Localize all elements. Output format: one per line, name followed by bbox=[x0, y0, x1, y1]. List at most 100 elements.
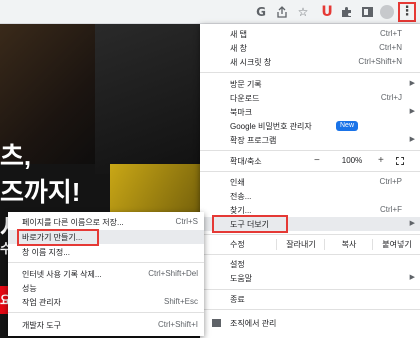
menu-item-label: 새 창 bbox=[230, 44, 247, 53]
poster-image bbox=[95, 24, 215, 174]
menu-item-label: 다운로드 bbox=[230, 94, 260, 103]
chrome-main-menu: 새 탭 Ctrl+T 새 창 Ctrl+N 새 시크릿 창 Ctrl+Shift… bbox=[200, 24, 420, 338]
kebab-menu-icon[interactable]: ⋮ bbox=[398, 2, 416, 22]
extension-u-letter: U bbox=[321, 4, 333, 20]
menu-item-cast[interactable]: 전송... bbox=[200, 189, 420, 203]
hero-text: 즈까지! bbox=[0, 177, 81, 207]
submenu-item-performance[interactable]: 성능 bbox=[8, 281, 204, 295]
new-badge: New bbox=[336, 121, 359, 131]
menu-item-managed[interactable]: 조직에서 관리 bbox=[200, 316, 420, 330]
menu-item-label: 개발자 도구 bbox=[22, 321, 62, 330]
menu-item-new-incognito[interactable]: 새 시크릿 창 Ctrl+Shift+N bbox=[200, 55, 420, 69]
building-icon bbox=[212, 319, 221, 327]
menu-item-downloads[interactable]: 다운로드 Ctrl+J bbox=[200, 91, 420, 105]
more-tools-submenu: 페이지를 다른 이름으로 저장... Ctrl+S 바로가기 만들기... 창 … bbox=[8, 212, 204, 336]
menu-item-print[interactable]: 인쇄 Ctrl+P bbox=[200, 175, 420, 189]
menu-item-label: 도구 더보기 bbox=[230, 220, 270, 229]
side-panel-icon[interactable] bbox=[358, 3, 376, 21]
menu-divider bbox=[200, 72, 420, 73]
menu-item-edit: 수정 잘라내기 복사 붙여넣기 bbox=[200, 237, 420, 251]
menu-divider bbox=[8, 262, 204, 263]
google-g-icon[interactable]: G bbox=[252, 3, 270, 21]
menu-divider bbox=[200, 150, 420, 151]
cut-button[interactable]: 잘라내기 bbox=[276, 239, 325, 250]
menu-item-exit[interactable]: 종료 bbox=[200, 292, 420, 306]
submenu-item-save-page[interactable]: 페이지를 다른 이름으로 저장... Ctrl+S bbox=[8, 215, 204, 229]
shortcut-text: Shift+Esc bbox=[163, 297, 198, 306]
chevron-right-icon: ▶ bbox=[409, 80, 415, 87]
submenu-item-name-window[interactable]: 창 이름 지정... bbox=[8, 245, 204, 259]
menu-item-label: 도움말 bbox=[230, 274, 253, 283]
zoom-in-button[interactable]: + bbox=[378, 155, 384, 166]
menu-item-label: 종료 bbox=[230, 295, 245, 304]
kebab-menu-glyph: ⋮ bbox=[400, 4, 414, 19]
menu-item-label: 페이지를 다른 이름으로 저장... bbox=[22, 218, 124, 227]
menu-divider bbox=[200, 309, 420, 310]
menu-item-label: 방문 기록 bbox=[230, 80, 262, 89]
menu-item-new-window[interactable]: 새 창 Ctrl+N bbox=[200, 41, 420, 55]
menu-item-label: 조직에서 관리 bbox=[230, 319, 277, 328]
menu-divider bbox=[200, 234, 420, 235]
menu-item-find[interactable]: 찾기... Ctrl+F bbox=[200, 203, 420, 217]
profile-icon[interactable] bbox=[378, 3, 396, 21]
chevron-right-icon: ▶ bbox=[409, 274, 415, 281]
menu-item-label: 창 이름 지정... bbox=[22, 248, 70, 257]
menu-divider bbox=[8, 312, 204, 313]
menu-item-label: 설정 bbox=[230, 260, 245, 269]
menu-item-label: 바로가기 만들기... bbox=[22, 233, 83, 242]
menu-item-label: 새 탭 bbox=[230, 30, 247, 39]
extension-u-icon[interactable]: U bbox=[318, 3, 336, 21]
menu-item-zoom: 확대/축소 − 100% + bbox=[200, 154, 420, 168]
chevron-right-icon: ▶ bbox=[409, 136, 415, 143]
menu-item-label: 인쇄 bbox=[230, 178, 245, 187]
menu-item-label: 수정 bbox=[230, 240, 245, 249]
menu-item-label: 북마크 bbox=[230, 108, 253, 117]
menu-item-label: 확장 프로그램 bbox=[230, 136, 277, 145]
menu-item-label: 전송... bbox=[230, 192, 252, 201]
submenu-item-clear-data[interactable]: 인터넷 사용 기록 삭제... Ctrl+Shift+Del bbox=[8, 267, 204, 281]
paste-button[interactable]: 붙여넣기 bbox=[372, 239, 420, 250]
menu-item-help[interactable]: 도움말 ▶ bbox=[200, 271, 420, 285]
share-icon[interactable] bbox=[273, 3, 291, 21]
menu-item-more-tools[interactable]: 도구 더보기 ▶ bbox=[200, 217, 420, 231]
shortcut-text: Ctrl+Shift+N bbox=[358, 57, 402, 66]
menu-item-label: 성능 bbox=[22, 284, 37, 293]
bookmark-star-icon[interactable]: ☆ bbox=[294, 3, 312, 21]
copy-button[interactable]: 복사 bbox=[324, 239, 373, 250]
menu-divider bbox=[200, 254, 420, 255]
menu-divider bbox=[200, 289, 420, 290]
submenu-item-create-shortcut[interactable]: 바로가기 만들기... bbox=[8, 230, 204, 244]
shortcut-text: Ctrl+P bbox=[379, 177, 402, 186]
menu-item-label: Google 비밀번호 관리자 bbox=[230, 122, 312, 131]
chevron-right-icon: ▶ bbox=[409, 220, 415, 227]
menu-item-settings[interactable]: 설정 bbox=[200, 257, 420, 271]
puzzle-icon[interactable] bbox=[338, 3, 356, 21]
shortcut-text: Ctrl+T bbox=[380, 29, 402, 38]
menu-item-label: 찾기... bbox=[230, 206, 252, 215]
menu-item-extensions[interactable]: 확장 프로그램 ▶ bbox=[200, 133, 420, 147]
chevron-right-icon: ▶ bbox=[409, 108, 415, 115]
menu-item-label: 확대/축소 bbox=[230, 157, 262, 166]
shortcut-text: Ctrl+F bbox=[380, 205, 402, 214]
hero-text: 츠, bbox=[0, 141, 32, 171]
menu-item-password-manager[interactable]: Google 비밀번호 관리자 New bbox=[200, 119, 420, 133]
google-g-letter: G bbox=[256, 5, 266, 19]
menu-divider bbox=[200, 171, 420, 172]
zoom-level: 100% bbox=[341, 156, 363, 165]
browser-toolbar: G ☆ U ⋮ bbox=[0, 0, 420, 24]
menu-item-bookmarks[interactable]: 북마크 ▶ bbox=[200, 105, 420, 119]
shortcut-text: Ctrl+J bbox=[380, 93, 402, 102]
shortcut-text: Ctrl+Shift+I bbox=[157, 320, 198, 329]
submenu-item-dev-tools[interactable]: 개발자 도구 Ctrl+Shift+I bbox=[8, 318, 204, 332]
shortcut-text: Ctrl+Shift+Del bbox=[148, 269, 198, 278]
menu-item-label: 인터넷 사용 기록 삭제... bbox=[22, 270, 102, 279]
menu-item-label: 작업 관리자 bbox=[22, 298, 62, 307]
zoom-out-button[interactable]: − bbox=[314, 155, 320, 166]
menu-item-label: 새 시크릿 창 bbox=[230, 58, 272, 67]
fullscreen-icon[interactable] bbox=[396, 157, 404, 165]
menu-item-new-tab[interactable]: 새 탭 Ctrl+T bbox=[200, 27, 420, 41]
shortcut-text: Ctrl+N bbox=[379, 43, 402, 52]
menu-item-history[interactable]: 방문 기록 ▶ bbox=[200, 77, 420, 91]
shortcut-text: Ctrl+S bbox=[175, 217, 198, 226]
submenu-item-task-manager[interactable]: 작업 관리자 Shift+Esc bbox=[8, 295, 204, 309]
